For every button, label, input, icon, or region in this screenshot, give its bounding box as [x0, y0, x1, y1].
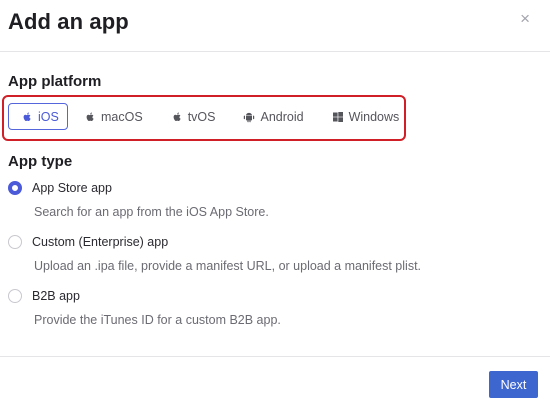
platform-label: Android: [260, 109, 304, 124]
radio-label: Custom (Enterprise) app: [32, 235, 169, 249]
radio-label: B2B app: [32, 289, 80, 303]
app-type-option-app-store[interactable]: App Store app: [8, 181, 112, 195]
platform-option-macos[interactable]: macOS: [84, 103, 143, 130]
app-type-heading: App type: [8, 153, 73, 170]
windows-icon: [332, 111, 344, 123]
app-type-option-custom-enterprise[interactable]: Custom (Enterprise) app: [8, 235, 168, 249]
platform-selector: iOS macOS tvOS Android Windows: [8, 103, 399, 130]
radio-description: Search for an app from the iOS App Store…: [34, 205, 269, 219]
platform-option-tvos[interactable]: tvOS: [171, 103, 216, 130]
platform-option-android[interactable]: Android: [243, 103, 304, 130]
platform-label: Windows: [348, 109, 400, 124]
close-icon[interactable]: ×: [520, 10, 530, 27]
next-button[interactable]: Next: [489, 371, 538, 398]
radio-button[interactable]: [8, 289, 22, 303]
radio-description: Upload an .ipa file, provide a manifest …: [34, 259, 422, 273]
dialog-title: Add an app: [8, 9, 129, 34]
radio-description: Provide the iTunes ID for a custom B2B a…: [34, 313, 281, 327]
platform-option-windows[interactable]: Windows: [332, 103, 400, 130]
dialog-footer: [0, 356, 550, 405]
radio-button[interactable]: [8, 235, 22, 249]
android-icon: [243, 111, 255, 123]
platform-label: tvOS: [187, 109, 216, 124]
apple-icon: [21, 111, 33, 123]
dialog-header: Add an app ×: [0, 0, 550, 52]
platform-label: iOS: [38, 109, 59, 124]
platform-option-ios[interactable]: iOS: [8, 103, 68, 130]
apple-icon: [84, 111, 96, 123]
app-type-option-b2b[interactable]: B2B app: [8, 289, 80, 303]
radio-button[interactable]: [8, 181, 22, 195]
radio-label: App Store app: [32, 181, 112, 195]
apple-icon: [171, 111, 183, 123]
platform-label: macOS: [101, 109, 143, 124]
app-platform-heading: App platform: [8, 73, 102, 90]
